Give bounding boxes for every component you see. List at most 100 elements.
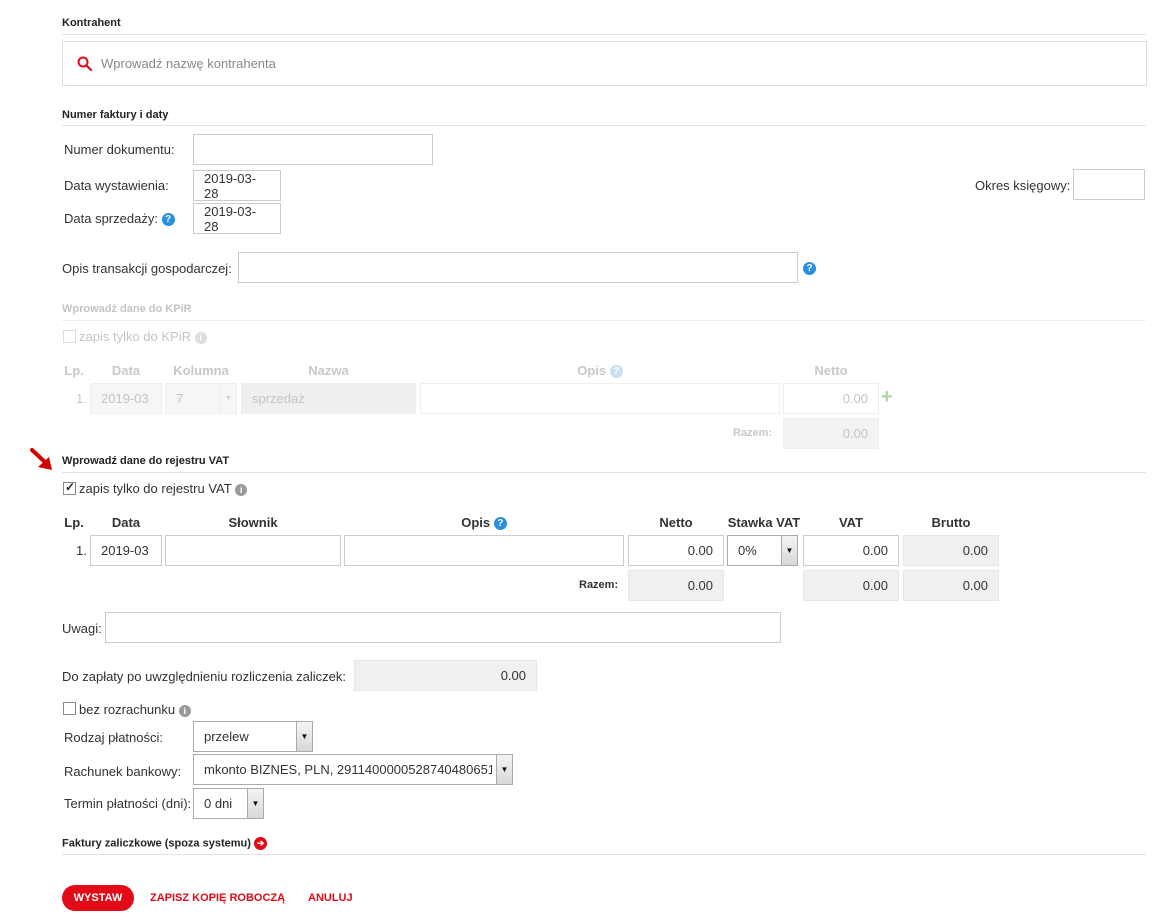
vat-row-desc-input[interactable] [344, 535, 624, 566]
issue-button[interactable]: WYSTAW [62, 885, 134, 911]
only-kpir-label-text: zapis tylko do KPiR [79, 329, 191, 344]
help-icon: ? [609, 365, 623, 379]
vat-header-net: Netto [659, 515, 693, 530]
kpir-header-column: Kolumna [173, 363, 229, 378]
vat-row-net-input[interactable]: 0.00 [628, 535, 724, 566]
payment-term-label: Termin płatności (dni): [64, 796, 192, 811]
payment-method-label: Rodzaj płatności: [64, 730, 163, 745]
amount-due-value: 0.00 [354, 660, 537, 691]
kpir-header-name: Nazwa [308, 363, 349, 378]
kpir-header-net: Netto [814, 363, 848, 378]
kpir-row-column-select[interactable]: 7 ▼ [165, 383, 237, 414]
help-icon[interactable]: ? [493, 517, 507, 531]
payment-term-select[interactable]: 0 dni ▼ [193, 788, 264, 819]
no-settlement-label-text: bez rozrachunku [79, 702, 176, 717]
kpir-header-date: Data [111, 363, 141, 378]
payment-term-value: 0 dni [204, 796, 233, 811]
vat-rate-value: 0% [738, 543, 757, 558]
bank-account-label: Rachunek bankowy: [64, 764, 182, 779]
info-icon: i [235, 483, 248, 496]
vat-header-gross: Brutto [931, 515, 971, 530]
kpir-row-date-input[interactable]: 2019-03 [90, 383, 162, 414]
chevron-down-icon: ▼ [296, 722, 312, 751]
arrow-right-circle-icon[interactable]: ➔ [253, 837, 267, 850]
sale-date-input[interactable]: 2019-03-28 [193, 203, 281, 234]
contractor-search-field[interactable]: Wprowadź nazwę kontrahenta [62, 41, 1147, 86]
kpir-row-net-input[interactable]: 0.00 [783, 383, 879, 414]
issue-date-input[interactable]: 2019-03-28 [193, 170, 281, 201]
notes-input[interactable] [105, 612, 781, 643]
section-title-advance-invoices[interactable]: Faktury zaliczkowe (spoza systemu) ➔ [62, 837, 267, 850]
kpir-header-desc: Opis ? [420, 363, 780, 379]
kpir-row-name-input[interactable]: sprzedaż [241, 383, 416, 414]
vat-rate-select[interactable]: 0% ▼ [727, 535, 798, 566]
only-vat-checkbox[interactable] [63, 480, 76, 495]
transaction-description-label: Opis transakcji gospodarczej: [62, 261, 232, 276]
chevron-down-icon: ▼ [220, 384, 236, 413]
vat-total-vat: 0.00 [803, 570, 899, 601]
only-vat-label-text: zapis tylko do rejestru VAT [79, 481, 232, 496]
vat-header-date: Data [111, 515, 141, 530]
kpir-row-column-value: 7 [176, 391, 184, 406]
kpir-header-desc-text: Opis [577, 363, 607, 378]
section-divider [62, 34, 1146, 35]
bank-account-value: mkonto BIZNES, PLN, 29114000005287404806… [204, 762, 492, 777]
doc-number-label: Numer dokumentu: [64, 142, 175, 157]
vat-header-desc-text: Opis [461, 515, 491, 530]
kpir-header-lp: Lp. [64, 363, 84, 378]
vat-total-label: Razem: [579, 579, 619, 591]
chevron-down-icon: ▼ [247, 789, 263, 818]
vat-header-rate: Stawka VAT [727, 515, 801, 530]
bank-account-select[interactable]: mkonto BIZNES, PLN, 29114000005287404806… [193, 754, 513, 785]
contractor-search-placeholder: Wprowadź nazwę kontrahenta [101, 56, 276, 71]
section-title-contractor: Kontrahent [62, 17, 121, 29]
search-icon [77, 56, 93, 71]
section-divider [62, 854, 1146, 855]
vat-row-lp: 1. [76, 543, 87, 558]
help-icon[interactable]: ? [161, 213, 175, 227]
red-arrow-pointer-icon [30, 448, 52, 470]
section-title-invoice-dates: Numer faktury i daty [62, 109, 169, 121]
no-settlement-checkbox[interactable] [63, 702, 76, 715]
period-input[interactable] [1073, 169, 1145, 200]
vat-row-vat-input[interactable]: 0.00 [803, 535, 899, 566]
kpir-row-desc-input[interactable] [420, 383, 780, 414]
sale-date-label-text: Data sprzedaży: [64, 211, 158, 226]
kpir-total-value: 0.00 [783, 418, 879, 449]
amount-due-label: Do zapłaty po uwzględnieniu rozliczenia … [62, 669, 346, 684]
section-title-kpir: Wprowadź dane do KPiR [62, 303, 192, 315]
chevron-down-icon: ▼ [781, 536, 797, 565]
only-kpir-label: zapis tylko do KPiR i [79, 329, 207, 344]
section-divider [62, 320, 1146, 321]
kpir-row-lp: 1. [76, 391, 87, 406]
cancel-button[interactable]: ANULUJ [308, 892, 353, 904]
no-settlement-label: bez rozrachunku i [79, 702, 191, 717]
issue-date-label: Data wystawienia: [64, 178, 169, 193]
vat-header-vat: VAT [838, 515, 864, 530]
only-kpir-checkbox[interactable] [63, 330, 76, 343]
transaction-description-input[interactable] [238, 252, 798, 283]
vat-row-date-input[interactable]: 2019-03 [90, 535, 162, 566]
save-draft-button[interactable]: ZAPISZ KOPIĘ ROBOCZĄ [150, 892, 285, 904]
notes-label: Uwagi: [62, 621, 102, 636]
only-vat-label: zapis tylko do rejestru VAT i [79, 481, 248, 496]
payment-method-select[interactable]: przelew ▼ [193, 721, 313, 752]
doc-number-input[interactable] [193, 134, 433, 165]
section-title-advance-invoices-text: Faktury zaliczkowe (spoza systemu) [62, 837, 251, 850]
section-divider [62, 472, 1146, 473]
info-icon: i [178, 704, 191, 717]
vat-total-net: 0.00 [628, 570, 724, 601]
help-icon[interactable]: ? [803, 262, 816, 275]
vat-header-dictionary: Słownik [228, 515, 278, 530]
vat-header-lp: Lp. [64, 515, 84, 530]
vat-row-gross-value: 0.00 [903, 535, 999, 566]
sale-date-label: Data sprzedaży: ? [64, 211, 175, 227]
vat-total-gross: 0.00 [903, 570, 999, 601]
kpir-total-label: Razem: [733, 427, 773, 439]
add-row-icon[interactable]: + [881, 386, 893, 409]
vat-row-dictionary-input[interactable] [165, 535, 341, 566]
period-label: Okres księgowy: [975, 178, 1071, 193]
section-divider [62, 125, 1146, 126]
info-icon: i [194, 331, 207, 344]
payment-method-value: przelew [204, 729, 249, 744]
